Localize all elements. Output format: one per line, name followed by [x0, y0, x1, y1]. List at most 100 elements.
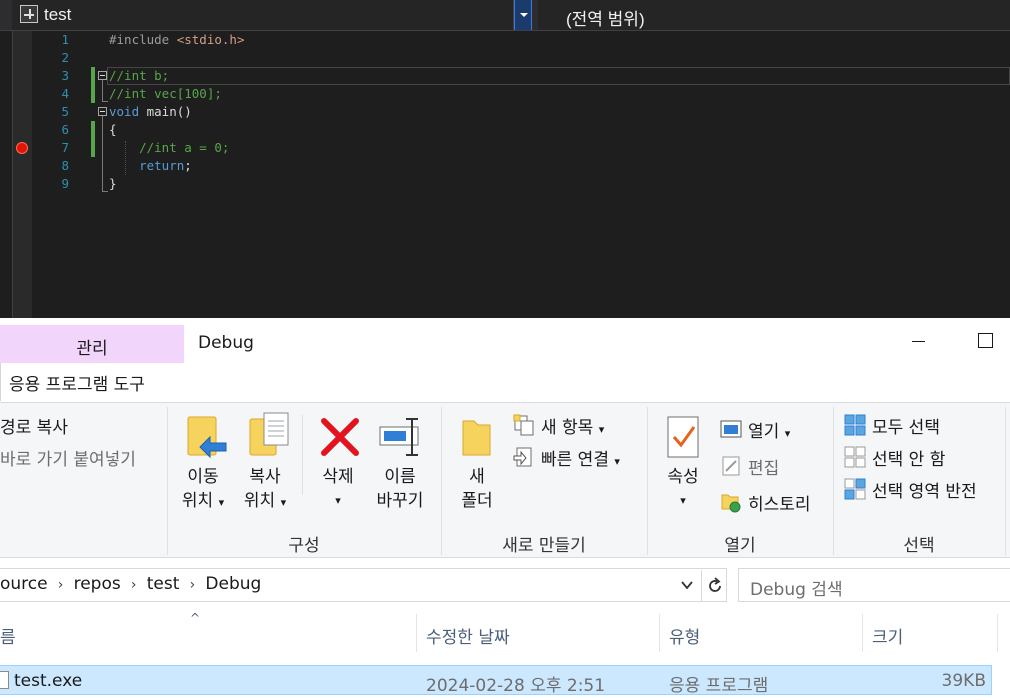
code-token: main() [139, 104, 192, 119]
column-type[interactable]: 유형 [669, 623, 700, 648]
breadcrumb-item-repos[interactable]: repos [74, 574, 121, 594]
code-line[interactable]: 1 #include <stdio.h> [0, 31, 1010, 49]
properties-icon [667, 416, 699, 458]
line-number: 3 [61, 68, 69, 83]
group-label-organize: 구성 [288, 536, 320, 556]
delete-button[interactable]: 삭제 ▾ [314, 465, 362, 513]
address-bar[interactable]: ource › repos › test › Debug [0, 568, 727, 602]
table-row[interactable]: test.exe 2024-02-28 오후 2:51 응용 프로그램 39KB [0, 665, 992, 696]
open-icon [720, 420, 742, 438]
project-icon [20, 5, 38, 23]
new-item-icon [513, 414, 534, 436]
line-number: 8 [61, 158, 69, 173]
code-text: #include <stdio.h> [109, 31, 244, 49]
refresh-button[interactable] [701, 570, 727, 602]
invert-selection-button[interactable]: 선택 영역 반전 [872, 477, 977, 502]
minimize-icon[interactable] [912, 341, 925, 342]
file-explorer-window: 관리 응용 프로그램 도구 Debug 경로 복사 바로 가기 붙여넣기 이동 … [0, 318, 1010, 700]
new-folder-button[interactable]: 새 폴더 [452, 465, 502, 513]
new-item-button[interactable]: 새 항목 ▾ [541, 413, 604, 438]
project-scope-dropdown[interactable]: test [12, 0, 514, 30]
properties-button[interactable]: 속성 ▾ [660, 465, 706, 513]
column-divider[interactable] [416, 614, 417, 652]
paste-shortcut-button[interactable]: 바로 가기 붙여넣기 [0, 445, 136, 470]
code-token: //int a = 0; [109, 140, 230, 155]
breadcrumb-item-source[interactable]: ource [0, 574, 48, 594]
select-none-button[interactable]: 선택 안 함 [872, 445, 945, 470]
move-to-label-2: 위치 ▾ [181, 491, 225, 511]
code-text: //int vec[100]; [109, 85, 222, 103]
line-number: 2 [61, 50, 69, 65]
code-line[interactable]: 3 //int b; [0, 67, 1010, 85]
code-line[interactable]: 5 void main() [0, 103, 1010, 121]
tab-application-tools[interactable]: 응용 프로그램 도구 [0, 363, 184, 401]
new-folder-label-2: 폴더 [461, 491, 493, 511]
rename-button[interactable]: 이름 바꾸기 [370, 465, 430, 513]
open-button[interactable]: 열기 ▾ [748, 417, 790, 442]
copy-path-button[interactable]: 경로 복사 [0, 413, 68, 438]
code-token: } [109, 176, 117, 191]
breadcrumb-item-test[interactable]: test [147, 574, 180, 594]
chevron-right-icon[interactable]: › [179, 577, 205, 593]
easy-access-icon [513, 447, 532, 467]
history-icon [721, 494, 741, 513]
chevron-right-icon[interactable]: › [121, 577, 147, 593]
code-line[interactable]: 8 return; [0, 157, 1010, 175]
code-line[interactable]: 6{ [0, 121, 1010, 139]
edit-button[interactable]: 편집 [748, 454, 779, 479]
code-token: ; [184, 158, 192, 173]
breadcrumb-item-debug[interactable]: Debug [205, 574, 261, 594]
easy-access-button[interactable]: 빠른 연결 ▾ [541, 445, 620, 470]
column-size[interactable]: 크기 [872, 623, 903, 648]
code-line[interactable]: 2 [0, 49, 1010, 67]
file-date: 2024-02-28 오후 2:51 [426, 676, 606, 696]
code-token: return [139, 158, 185, 173]
copy-to-button[interactable]: 복사 위치 ▾ [240, 465, 290, 515]
rename-label-2: 바꾸기 [376, 491, 424, 511]
code-token: void [109, 104, 140, 119]
search-input[interactable]: Debug 검색 [738, 568, 1010, 602]
copy-to-icon [249, 412, 289, 456]
column-header: ^ 름 수정한 날짜 유형 크기 [0, 611, 1010, 652]
group-label-new: 새로 만들기 [502, 536, 586, 556]
delete-caret: ▾ [335, 494, 341, 507]
code-line[interactable]: 7 //int a = 0; [0, 139, 1010, 157]
column-divider[interactable] [862, 614, 863, 652]
column-divider[interactable] [997, 614, 998, 652]
search-placeholder: Debug 검색 [750, 580, 843, 600]
code-text: { [109, 121, 117, 139]
code-text: //int a = 0; [109, 139, 229, 157]
tab-manage[interactable]: 관리 [0, 325, 184, 363]
code-token: //int vec[100]; [109, 86, 222, 101]
history-button[interactable]: 히스토리 [748, 490, 811, 515]
line-number: 7 [61, 140, 69, 155]
member-scope-dropdown[interactable]: (전역 범위) [538, 0, 1010, 30]
column-name[interactable]: 름 [0, 623, 16, 648]
rename-label-1: 이름 [384, 467, 416, 487]
code-text: //int b; [109, 67, 169, 85]
edit-icon [722, 456, 740, 476]
chevron-down-icon[interactable] [680, 578, 694, 592]
invert-selection-icon [844, 478, 866, 500]
move-to-icon [187, 416, 227, 459]
tab-application-tools-label: 응용 프로그램 도구 [9, 375, 145, 395]
collapse-icon[interactable] [98, 107, 107, 116]
chevron-right-icon[interactable]: › [48, 577, 74, 593]
code-line[interactable]: 9} [0, 175, 1010, 193]
collapse-icon[interactable] [98, 71, 107, 80]
properties-label: 속성 [667, 467, 699, 487]
select-all-button[interactable]: 모두 선택 [872, 413, 940, 438]
member-scope-label: (전역 범위) [566, 10, 645, 29]
line-number: 4 [61, 86, 69, 101]
new-folder-icon [462, 420, 491, 456]
code-editor[interactable]: test (전역 범위) 1 #include <stdio.h> 2 3 //int … [0, 0, 1010, 318]
rename-icon [379, 418, 419, 456]
delete-label: 삭제 [322, 467, 354, 487]
move-to-button[interactable]: 이동 위치 ▾ [178, 465, 228, 515]
column-date-modified[interactable]: 수정한 날짜 [426, 623, 510, 648]
delete-icon [321, 418, 359, 456]
scope-dropdown-button[interactable] [514, 0, 532, 30]
column-divider[interactable] [659, 614, 660, 652]
code-line[interactable]: 4 //int vec[100]; [0, 85, 1010, 103]
maximize-icon[interactable] [978, 333, 993, 348]
